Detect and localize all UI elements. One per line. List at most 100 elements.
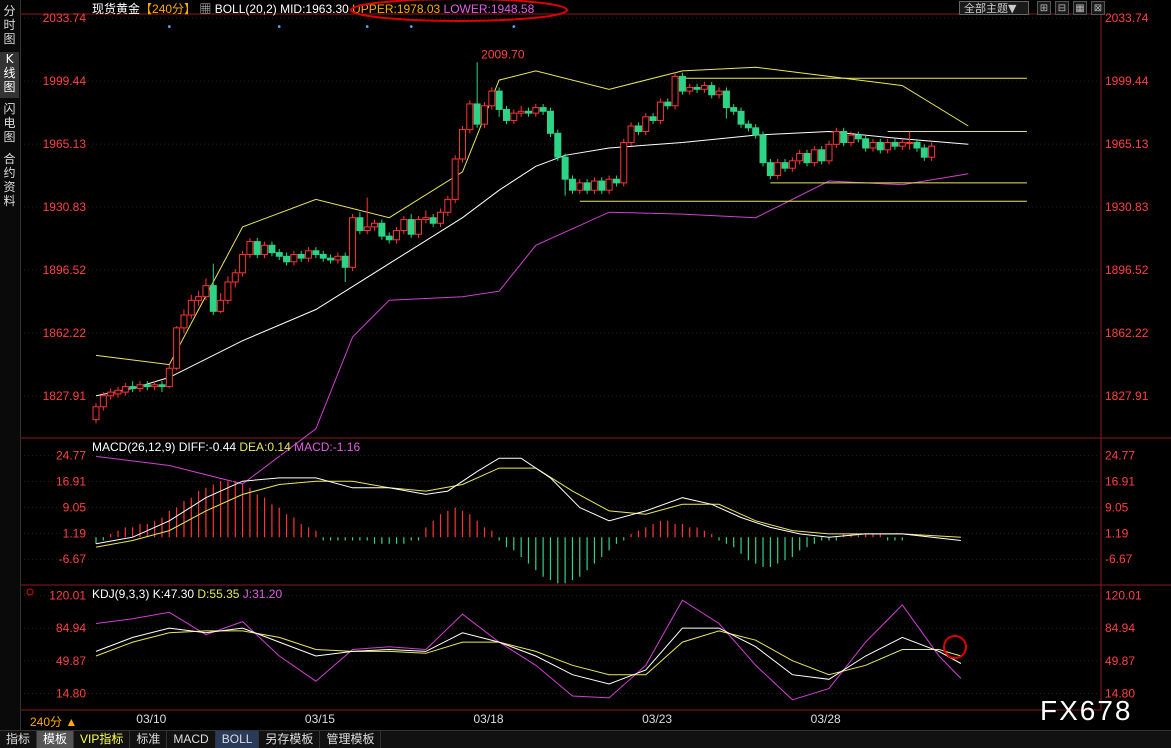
candle-body bbox=[429, 217, 437, 224]
candle-body bbox=[253, 241, 261, 255]
candle-body bbox=[524, 110, 532, 114]
candle-body bbox=[297, 253, 305, 259]
maximize-icon[interactable]: ⊠ bbox=[1091, 1, 1105, 15]
x-tick-label: 03/15 bbox=[305, 712, 335, 726]
y-tick-label-right: 1896.52 bbox=[1105, 263, 1149, 277]
y-tick-label-left: 1896.52 bbox=[43, 263, 87, 277]
candle-body bbox=[884, 141, 892, 151]
candle-body bbox=[891, 141, 899, 147]
y-tick-label-left: 2033.74 bbox=[43, 11, 87, 25]
candle-body bbox=[649, 116, 657, 121]
tab-indicator[interactable]: 指标 bbox=[0, 731, 38, 748]
y-tick-label-right: 49.87 bbox=[1105, 654, 1135, 668]
restore-icon[interactable]: ⊞ bbox=[1037, 1, 1051, 15]
candle-body bbox=[437, 211, 445, 224]
chart-frame bbox=[19, 13, 1102, 711]
sidebar-tab-contract-info[interactable]: 合约资料 bbox=[0, 152, 19, 212]
candle-body bbox=[444, 198, 452, 213]
candle-body bbox=[590, 180, 598, 191]
pin-icon[interactable]: ⊟ bbox=[1055, 1, 1069, 15]
watermark: FX678 bbox=[1040, 695, 1133, 726]
event-marker-icon: • bbox=[276, 22, 282, 33]
candle-body bbox=[92, 406, 100, 421]
tab-boll[interactable]: BOLL bbox=[215, 731, 260, 748]
tab-template[interactable]: 模板 bbox=[37, 731, 75, 748]
candle-body bbox=[209, 285, 217, 312]
candle-body bbox=[290, 253, 298, 263]
candle-body bbox=[906, 141, 914, 144]
x-tick-label: 03/18 bbox=[473, 712, 503, 726]
x-tick-label: 03/10 bbox=[136, 712, 166, 726]
y-tick-label-right: 24.77 bbox=[1105, 449, 1135, 463]
candle-body bbox=[459, 129, 466, 160]
candle-body bbox=[781, 162, 789, 169]
y-tick-label-left: 1999.44 bbox=[43, 74, 87, 88]
sidebar-tab-flash[interactable]: 闪电图 bbox=[0, 102, 19, 148]
candle-body bbox=[722, 90, 730, 109]
tab-standard[interactable]: 标准 bbox=[130, 731, 168, 748]
tab-macd[interactable]: MACD bbox=[167, 731, 216, 748]
candle-body bbox=[480, 105, 488, 125]
y-tick-label-right: 1965.13 bbox=[1105, 137, 1149, 151]
grid-icon[interactable]: ▦ bbox=[1073, 1, 1087, 15]
theme-select[interactable]: 全部主题▼ bbox=[959, 1, 1029, 15]
sidebar-tab-timeshare[interactable]: 分时图 bbox=[0, 4, 19, 50]
candle-body bbox=[466, 103, 474, 131]
candle-body bbox=[231, 272, 239, 283]
y-tick-label-right: 1862.22 bbox=[1105, 326, 1149, 340]
y-tick-label-left: 120.01 bbox=[49, 589, 86, 603]
candle-body bbox=[832, 130, 840, 145]
price-annotation: 2009.70 bbox=[481, 47, 525, 61]
y-tick-label-left: 16.91 bbox=[56, 475, 86, 489]
candle-body bbox=[378, 222, 386, 237]
candle-body bbox=[451, 158, 459, 200]
candle-body bbox=[854, 134, 862, 140]
candle-body bbox=[876, 141, 884, 151]
candle-body bbox=[349, 217, 357, 268]
candle-body bbox=[642, 116, 650, 132]
candle-body bbox=[678, 75, 686, 92]
sidebar-tab-kline[interactable]: K线图 bbox=[0, 52, 19, 98]
candle-body bbox=[158, 384, 166, 388]
candle-body bbox=[319, 253, 327, 259]
event-marker-icon: • bbox=[408, 22, 414, 33]
candle-body bbox=[693, 86, 701, 90]
bottom-toolbar: 指标 模板 VIP指标 标准 MACD BOLL 另存模板 管理模板 bbox=[0, 730, 1171, 748]
candle-body bbox=[759, 134, 767, 164]
tab-save-template[interactable]: 另存模板 bbox=[259, 731, 321, 748]
candle-body bbox=[634, 125, 642, 132]
candle-body bbox=[568, 178, 576, 191]
y-tick-label-right: 2033.74 bbox=[1105, 11, 1149, 25]
candle-body bbox=[275, 252, 283, 257]
candle-body bbox=[612, 178, 620, 184]
candle-body bbox=[202, 285, 210, 298]
candle-body bbox=[473, 103, 481, 125]
candle-body bbox=[356, 217, 364, 232]
y-tick-label-left: 1965.13 bbox=[43, 137, 87, 151]
y-tick-label-left: 1862.22 bbox=[43, 326, 87, 340]
candle-body bbox=[400, 219, 408, 232]
candle-body bbox=[700, 85, 708, 90]
candle-body bbox=[239, 253, 247, 274]
kdj-legend: KDJ(9,3,3) K:47.30 D:55.35 J:31.20 bbox=[92, 587, 282, 601]
boll-lower-line bbox=[95, 173, 969, 485]
candle-body bbox=[671, 75, 679, 107]
tab-vip-indicator[interactable]: VIP指标 bbox=[74, 731, 131, 748]
candle-body bbox=[708, 85, 716, 96]
candle-body bbox=[825, 143, 833, 162]
chart-canvas[interactable]: 2033.74 2033.74 1999.44 1999.44 1965.13 1965.… bbox=[0, 0, 1171, 730]
candle-body bbox=[546, 110, 554, 134]
settings-icon bbox=[26, 588, 34, 596]
tab-manage-template[interactable]: 管理模板 bbox=[320, 731, 382, 748]
boll-mid-line bbox=[95, 130, 969, 397]
candle-body bbox=[803, 152, 811, 164]
candle-body bbox=[143, 384, 151, 388]
boll-upper-line bbox=[95, 66, 969, 366]
candle-body bbox=[788, 160, 796, 169]
candle-body bbox=[928, 145, 936, 158]
event-marker-icon: • bbox=[166, 22, 172, 33]
candle-body bbox=[686, 86, 694, 92]
candle-body bbox=[532, 107, 540, 114]
candle-body bbox=[327, 257, 335, 261]
period-label[interactable]: 240分 ▲ bbox=[30, 715, 77, 729]
